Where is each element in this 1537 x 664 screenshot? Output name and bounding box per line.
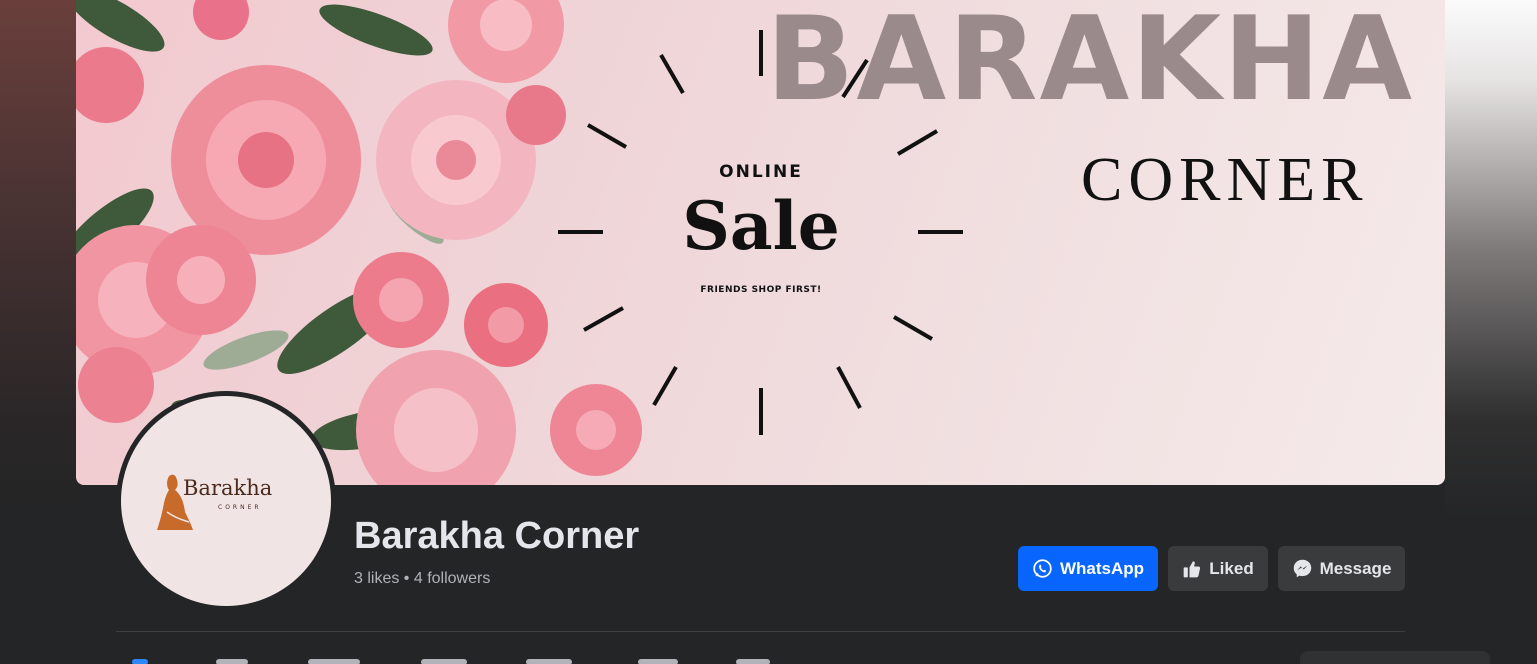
tab-photos-partial[interactable] xyxy=(638,659,678,664)
tab-followers-partial[interactable] xyxy=(526,659,572,664)
cover-sale-tagline: FRIENDS SHOP FIRST! xyxy=(700,285,822,295)
background-left xyxy=(0,0,76,664)
tab-more-partial[interactable] xyxy=(736,659,770,664)
liked-button[interactable]: Liked xyxy=(1168,546,1268,591)
whatsapp-icon xyxy=(1033,559,1052,578)
logo-subtitle: CORNER xyxy=(218,504,262,511)
page-tabs-row xyxy=(116,650,1405,664)
cover-brand-subtitle: CORNER xyxy=(1081,146,1369,214)
tab-posts-partial[interactable] xyxy=(132,659,148,664)
profile-avatar[interactable]: Barakha CORNER xyxy=(116,391,336,611)
cover-brand-title: BARAKHA xyxy=(766,0,1415,127)
logo-name: Barakha xyxy=(183,476,273,500)
whatsapp-label: WhatsApp xyxy=(1059,558,1145,578)
page-title[interactable]: Barakha Corner xyxy=(354,515,639,558)
whatsapp-button[interactable]: WhatsApp xyxy=(1018,546,1158,591)
liked-label: Liked xyxy=(1209,558,1254,578)
thumbs-up-icon xyxy=(1183,560,1201,577)
more-options-button-partial[interactable] xyxy=(1300,651,1490,664)
header-divider xyxy=(116,631,1405,632)
cover-sale-top: ONLINE xyxy=(719,162,803,182)
message-label: Message xyxy=(1319,558,1392,578)
avatar-logo: Barakha CORNER xyxy=(121,396,331,606)
messenger-icon xyxy=(1293,559,1311,578)
tab-about-partial[interactable] xyxy=(216,659,248,664)
message-button[interactable]: Message xyxy=(1278,546,1405,591)
cover-sale-main: Sale xyxy=(682,187,840,265)
tab-mentions-partial[interactable] xyxy=(308,659,360,664)
background-right xyxy=(1445,0,1537,664)
page-stats[interactable]: 3 likes • 4 followers xyxy=(354,570,490,588)
tab-reviews-partial[interactable] xyxy=(421,659,467,664)
